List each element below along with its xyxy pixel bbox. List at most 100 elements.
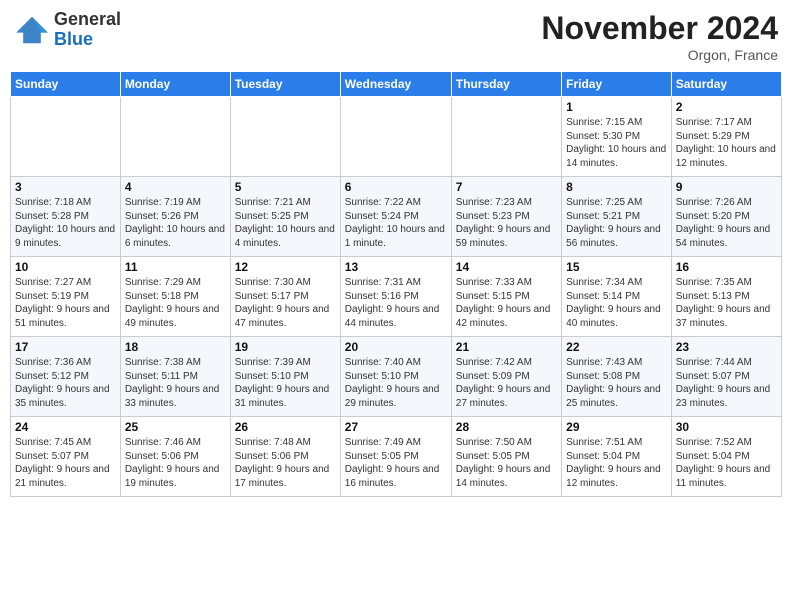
calendar-day-18: 18 Sunrise: 7:38 AM Sunset: 5:11 PM Dayli… [120, 337, 230, 417]
calendar-day-12: 12 Sunrise: 7:30 AM Sunset: 5:17 PM Dayli… [230, 257, 340, 337]
day-info: Sunrise: 7:26 AM Sunset: 5:20 PM Dayligh… [676, 196, 777, 250]
calendar-day-1: 1Sunrise: 7:15 AM Sunset: 5:30 PM Daylig… [562, 97, 672, 177]
day-number: 7 [456, 180, 557, 194]
calendar-day-24: 24Sunrise: 7:45 AM Sunset: 5:07 PM Dayli… [11, 417, 121, 497]
calendar-empty-cell [340, 97, 451, 177]
calendar-day-22: 22 Sunrise: 7:43 AM Sunset: 5:08 PM Dayli… [562, 337, 672, 417]
day-number: 5 [235, 180, 336, 194]
day-info: Sunrise: 7:44 AM Sunset: 5:07 PM Dayligh… [676, 356, 777, 410]
day-number: 23 [676, 340, 777, 354]
location: Orgon, France [541, 47, 778, 63]
day-number: 4 [125, 180, 226, 194]
day-number: 13 [345, 260, 447, 274]
day-number: 12 [235, 260, 336, 274]
day-number: 25 [125, 420, 226, 434]
weekday-header-sunday: Sunday [11, 72, 121, 97]
calendar-table: SundayMondayTuesdayWednesdayThursdayFrid… [10, 71, 782, 497]
title-block: November 2024 Orgon, France [541, 10, 778, 63]
day-info: Sunrise: 7:52 AM Sunset: 5:04 PM Dayligh… [676, 436, 777, 490]
day-number: 6 [345, 180, 447, 194]
day-info: Sunrise: 7:42 AM Sunset: 5:09 PM Dayligh… [456, 356, 557, 410]
day-number: 21 [456, 340, 557, 354]
calendar-header-row: SundayMondayTuesdayWednesdayThursdayFrid… [11, 72, 782, 97]
day-number: 8 [566, 180, 667, 194]
day-info: Sunrise: 7:35 AM Sunset: 5:13 PM Dayligh… [676, 276, 777, 330]
day-info: Sunrise: 7:19 AM Sunset: 5:26 PM Dayligh… [125, 196, 226, 250]
day-number: 15 [566, 260, 667, 274]
day-number: 28 [456, 420, 557, 434]
weekday-header-friday: Friday [562, 72, 672, 97]
day-number: 29 [566, 420, 667, 434]
day-info: Sunrise: 7:49 AM Sunset: 5:05 PM Dayligh… [345, 436, 447, 490]
day-number: 9 [676, 180, 777, 194]
page-header: General Blue November 2024 Orgon, France [10, 10, 782, 63]
weekday-header-monday: Monday [120, 72, 230, 97]
calendar-day-8: 8 Sunrise: 7:25 AM Sunset: 5:21 PM Daylig… [562, 177, 672, 257]
day-info: Sunrise: 7:40 AM Sunset: 5:10 PM Dayligh… [345, 356, 447, 410]
day-info: Sunrise: 7:30 AM Sunset: 5:17 PM Dayligh… [235, 276, 336, 330]
calendar-day-14: 14Sunrise: 7:33 AM Sunset: 5:15 PM Dayli… [451, 257, 561, 337]
day-number: 10 [15, 260, 116, 274]
day-info: Sunrise: 7:46 AM Sunset: 5:06 PM Dayligh… [125, 436, 226, 490]
day-info: Sunrise: 7:43 AM Sunset: 5:08 PM Dayligh… [566, 356, 667, 410]
day-info: Sunrise: 7:29 AM Sunset: 5:18 PM Dayligh… [125, 276, 226, 330]
calendar-day-7: 7 Sunrise: 7:23 AM Sunset: 5:23 PM Daylig… [451, 177, 561, 257]
logo-blue-text: Blue [54, 29, 93, 49]
logo: General Blue [14, 10, 121, 50]
day-number: 14 [456, 260, 557, 274]
calendar-empty-cell [11, 97, 121, 177]
day-number: 2 [676, 100, 777, 114]
day-info: Sunrise: 7:38 AM Sunset: 5:11 PM Dayligh… [125, 356, 226, 410]
calendar-day-11: 11 Sunrise: 7:29 AM Sunset: 5:18 PM Dayli… [120, 257, 230, 337]
day-info: Sunrise: 7:34 AM Sunset: 5:14 PM Dayligh… [566, 276, 667, 330]
calendar-day-3: 3Sunrise: 7:18 AM Sunset: 5:28 PM Daylig… [11, 177, 121, 257]
weekday-header-tuesday: Tuesday [230, 72, 340, 97]
calendar-day-17: 17Sunrise: 7:36 AM Sunset: 5:12 PM Dayli… [11, 337, 121, 417]
calendar-week-row: 17Sunrise: 7:36 AM Sunset: 5:12 PM Dayli… [11, 337, 782, 417]
day-number: 19 [235, 340, 336, 354]
calendar-day-10: 10 Sunrise: 7:27 AM Sunset: 5:19 PM Dayli… [11, 257, 121, 337]
calendar-empty-cell [451, 97, 561, 177]
calendar-day-9: 9 Sunrise: 7:26 AM Sunset: 5:20 PM Daylig… [671, 177, 781, 257]
day-info: Sunrise: 7:50 AM Sunset: 5:05 PM Dayligh… [456, 436, 557, 490]
day-info: Sunrise: 7:23 AM Sunset: 5:23 PM Dayligh… [456, 196, 557, 250]
weekday-header-wednesday: Wednesday [340, 72, 451, 97]
calendar-day-29: 29 Sunrise: 7:51 AM Sunset: 5:04 PM Dayli… [562, 417, 672, 497]
day-number: 22 [566, 340, 667, 354]
calendar-day-30: 30 Sunrise: 7:52 AM Sunset: 5:04 PM Dayli… [671, 417, 781, 497]
calendar-week-row: 24Sunrise: 7:45 AM Sunset: 5:07 PM Dayli… [11, 417, 782, 497]
logo-icon [14, 15, 50, 45]
day-info: Sunrise: 7:51 AM Sunset: 5:04 PM Dayligh… [566, 436, 667, 490]
day-info: Sunrise: 7:18 AM Sunset: 5:28 PM Dayligh… [15, 196, 116, 250]
day-number: 27 [345, 420, 447, 434]
day-info: Sunrise: 7:17 AM Sunset: 5:29 PM Dayligh… [676, 116, 777, 170]
day-number: 26 [235, 420, 336, 434]
calendar-day-25: 25 Sunrise: 7:46 AM Sunset: 5:06 PM Dayli… [120, 417, 230, 497]
day-number: 1 [566, 100, 667, 114]
calendar-week-row: 10 Sunrise: 7:27 AM Sunset: 5:19 PM Dayli… [11, 257, 782, 337]
weekday-header-thursday: Thursday [451, 72, 561, 97]
day-number: 11 [125, 260, 226, 274]
weekday-header-saturday: Saturday [671, 72, 781, 97]
calendar-day-5: 5 Sunrise: 7:21 AM Sunset: 5:25 PM Daylig… [230, 177, 340, 257]
calendar-day-16: 16Sunrise: 7:35 AM Sunset: 5:13 PM Dayli… [671, 257, 781, 337]
day-info: Sunrise: 7:31 AM Sunset: 5:16 PM Dayligh… [345, 276, 447, 330]
logo-general-text: General [54, 9, 121, 29]
day-info: Sunrise: 7:36 AM Sunset: 5:12 PM Dayligh… [15, 356, 116, 410]
day-number: 18 [125, 340, 226, 354]
calendar-day-21: 21 Sunrise: 7:42 AM Sunset: 5:09 PM Dayli… [451, 337, 561, 417]
calendar-day-13: 13 Sunrise: 7:31 AM Sunset: 5:16 PM Dayli… [340, 257, 451, 337]
day-info: Sunrise: 7:45 AM Sunset: 5:07 PM Dayligh… [15, 436, 116, 490]
day-info: Sunrise: 7:48 AM Sunset: 5:06 PM Dayligh… [235, 436, 336, 490]
day-info: Sunrise: 7:27 AM Sunset: 5:19 PM Dayligh… [15, 276, 116, 330]
day-number: 30 [676, 420, 777, 434]
calendar-day-2: 2 Sunrise: 7:17 AM Sunset: 5:29 PM Daylig… [671, 97, 781, 177]
calendar-day-19: 19Sunrise: 7:39 AM Sunset: 5:10 PM Dayli… [230, 337, 340, 417]
day-info: Sunrise: 7:25 AM Sunset: 5:21 PM Dayligh… [566, 196, 667, 250]
calendar-day-15: 15 Sunrise: 7:34 AM Sunset: 5:14 PM Dayli… [562, 257, 672, 337]
calendar-day-28: 28 Sunrise: 7:50 AM Sunset: 5:05 PM Dayli… [451, 417, 561, 497]
calendar-day-27: 27 Sunrise: 7:49 AM Sunset: 5:05 PM Dayli… [340, 417, 451, 497]
calendar-day-4: 4 Sunrise: 7:19 AM Sunset: 5:26 PM Daylig… [120, 177, 230, 257]
day-info: Sunrise: 7:21 AM Sunset: 5:25 PM Dayligh… [235, 196, 336, 250]
calendar-empty-cell [230, 97, 340, 177]
